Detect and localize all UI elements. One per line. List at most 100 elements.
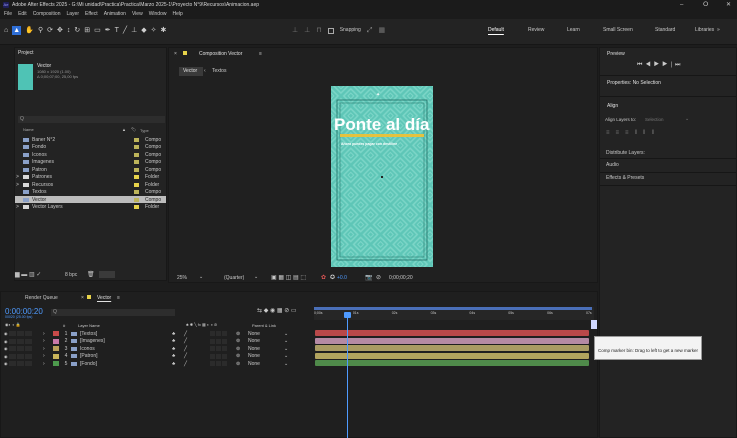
layer-label-swatch[interactable] xyxy=(53,361,59,366)
close-button[interactable]: ✕ xyxy=(726,2,731,8)
align-title[interactable]: Align xyxy=(607,104,618,109)
workspace-small-screen[interactable]: Small Screen xyxy=(603,28,655,33)
resolution-select[interactable]: (Quarter) xyxy=(224,276,244,281)
breadcrumb-textos[interactable]: Textos xyxy=(212,69,226,74)
roto-tool-icon[interactable]: ✧ xyxy=(151,26,157,35)
project-col-type[interactable]: Type xyxy=(140,129,149,133)
parent-select[interactable]: None xyxy=(248,331,284,337)
layer-track-bar[interactable] xyxy=(315,352,589,359)
layer-switch-collapse-icon[interactable]: ╱ xyxy=(184,353,210,359)
label-swatch[interactable] xyxy=(134,152,139,157)
restore-button[interactable]: ⵔ xyxy=(703,2,708,8)
orbit-tool-icon[interactable]: ⟳ xyxy=(47,26,53,35)
project-item[interactable]: Patron Compo xyxy=(15,166,166,173)
exposure-icon[interactable]: ✪ xyxy=(330,275,335,281)
dolly-tool-icon[interactable]: ↕ xyxy=(67,26,71,35)
project-bpc[interactable]: 8 bpc xyxy=(65,273,77,278)
layer-switch-boxes[interactable] xyxy=(210,353,236,359)
layer-switch-boxes[interactable] xyxy=(210,338,236,344)
timeline-tab[interactable]: Vector xyxy=(97,296,111,301)
twirl-arrow-icon[interactable]: › xyxy=(37,346,45,352)
parent-select[interactable]: None xyxy=(248,338,284,344)
layer-switch-shy-icon[interactable]: ♣ xyxy=(172,353,184,359)
switch-boxes[interactable] xyxy=(9,338,37,344)
layer-track-bar[interactable] xyxy=(315,360,589,366)
workspace-learn[interactable]: Learn xyxy=(567,28,603,33)
timeline-search-input[interactable]: Q xyxy=(51,309,175,316)
label-swatch[interactable] xyxy=(134,137,139,142)
preview-title[interactable]: Preview xyxy=(607,52,625,57)
parent-chevron-icon[interactable]: ⌄ xyxy=(284,338,288,344)
menu-file[interactable]: File xyxy=(4,12,12,17)
menu-composition[interactable]: Composition xyxy=(33,12,61,17)
layer-row[interactable]: ◉ › 3 Iconos ♣ ╱ ⊚ None ⌄ xyxy=(1,345,313,352)
parent-pickwhip-icon[interactable]: ⊚ xyxy=(236,346,248,352)
axis-world-icon[interactable]: ⊥ xyxy=(304,26,310,35)
snap-icon[interactable]: ⤢ xyxy=(367,26,373,35)
twirl-arrow-icon[interactable]: › xyxy=(37,353,45,359)
show-snapshot-icon[interactable]: ⊘ xyxy=(376,275,381,281)
switch-boxes[interactable] xyxy=(9,331,37,336)
project-item[interactable]: > Recursos Folder xyxy=(15,181,166,188)
label-swatch[interactable] xyxy=(134,167,139,172)
parent-select[interactable]: None xyxy=(248,346,284,352)
axis-view-icon[interactable]: ⊓ xyxy=(316,26,321,35)
label-swatch[interactable] xyxy=(134,145,139,149)
menu-window[interactable]: Window xyxy=(149,12,167,17)
label-swatch[interactable] xyxy=(134,205,139,209)
playhead-handle[interactable] xyxy=(344,312,351,318)
playhead-line[interactable] xyxy=(347,314,348,438)
project-search-input[interactable]: Q xyxy=(18,116,165,123)
snapshot-icon[interactable]: 📷 xyxy=(365,275,372,281)
label-swatch[interactable] xyxy=(134,160,139,164)
timeline-tab-menu-icon[interactable]: ≡ xyxy=(117,296,120,301)
layer-switch-collapse-icon[interactable]: ╱ xyxy=(184,361,210,367)
label-swatch[interactable] xyxy=(134,175,139,179)
exposure-value[interactable]: +0.0 xyxy=(337,276,347,281)
layer-switch-collapse-icon[interactable]: ╱ xyxy=(184,346,210,352)
menu-layer[interactable]: Layer xyxy=(66,12,79,17)
project-item[interactable]: Baner N°2 Compo xyxy=(15,136,166,143)
comp-tab-menu-icon[interactable]: ≡ xyxy=(259,52,262,57)
parent-pickwhip-icon[interactable]: ⊚ xyxy=(236,361,248,367)
workspace-default[interactable]: Default xyxy=(488,28,528,33)
breadcrumb-vector[interactable]: Vector xyxy=(179,67,204,76)
project-item[interactable]: > Patrones Folder xyxy=(15,174,166,181)
visibility-icon[interactable]: ◉ xyxy=(1,346,9,351)
layer-switch-collapse-icon[interactable]: ╱ xyxy=(184,338,210,344)
switch-boxes[interactable] xyxy=(9,346,37,351)
layer-switch-shy-icon[interactable]: ♣ xyxy=(172,338,184,344)
workspace-libraries[interactable]: Libraries xyxy=(695,28,717,33)
visibility-icon[interactable]: ◉ xyxy=(1,354,9,359)
layer-track-bar[interactable] xyxy=(315,330,589,336)
time-ruler[interactable]: 0;00s 01s 02s 03s 04s 05s 06s 07s xyxy=(314,307,594,320)
visibility-icon[interactable]: ◉ xyxy=(1,339,9,344)
zoom-select[interactable]: 25% xyxy=(177,276,187,281)
layer-switch-collapse-icon[interactable]: ╱ xyxy=(184,331,210,337)
layer-switch-boxes[interactable] xyxy=(210,361,236,366)
label-swatch[interactable] xyxy=(134,190,139,194)
workspace-review[interactable]: Review xyxy=(528,28,567,33)
visibility-icon[interactable]: ◉ xyxy=(1,331,9,336)
switch-boxes[interactable] xyxy=(9,361,37,366)
timeline-switch-icons[interactable]: ⇆ ◆ ◉ ▦ ⊘ ▭ xyxy=(257,308,297,314)
rectangle-tool-icon[interactable]: ▭ xyxy=(94,26,101,35)
parent-pickwhip-icon[interactable]: ⊚ xyxy=(236,331,248,337)
preview-controls[interactable]: ⏮◀▶▶|⏭ xyxy=(637,62,683,68)
clone-tool-icon[interactable]: ⊥ xyxy=(131,26,137,35)
layer-switch-shy-icon[interactable]: ♣ xyxy=(172,361,184,367)
trash-icon[interactable]: 🗑 xyxy=(87,272,95,278)
layer-row[interactable]: ◉ › 1 [Textos] ♣ ╱ ⊚ None ⌄ xyxy=(1,330,313,337)
properties-title[interactable]: Properties: No Selection xyxy=(607,81,661,86)
pan-behind-tool-icon[interactable]: ⊞ xyxy=(84,26,90,35)
layer-label-swatch[interactable] xyxy=(53,338,59,344)
parent-chevron-icon[interactable]: ⌄ xyxy=(284,346,288,352)
menu-effect[interactable]: Effect xyxy=(85,12,98,17)
parent-chevron-icon[interactable]: ⌄ xyxy=(284,361,288,367)
visibility-icon[interactable]: ◉ xyxy=(1,361,9,366)
parent-chevron-icon[interactable]: ⌄ xyxy=(284,353,288,359)
twirl-arrow-icon[interactable]: › xyxy=(37,331,45,337)
label-swatch[interactable] xyxy=(134,197,139,202)
project-col-name[interactable]: Name xyxy=(23,128,34,132)
layer-label-swatch[interactable] xyxy=(53,346,59,351)
